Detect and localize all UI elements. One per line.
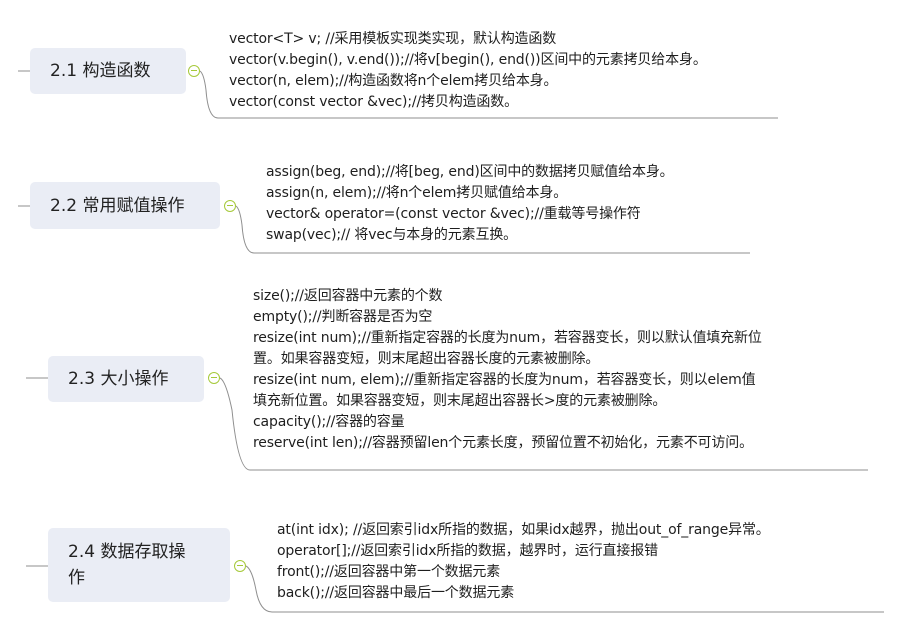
detail-line: 填充新位置。如果容器变短，则末尾超出容器长>度的元素被删除。 xyxy=(253,393,667,409)
detail-text-2-3: size();//返回容器中元素的个数 empty();//判断容器是否为空 r… xyxy=(253,286,762,454)
detail-line: assign(n, elem);//将n个elem拷贝赋值给本身。 xyxy=(266,185,568,201)
detail-line: 置。如果容器变短，则末尾超出容器长度的元素被删除。 xyxy=(253,351,600,367)
detail-line: size();//返回容器中元素的个数 xyxy=(253,288,443,304)
topic-label-line: 作 xyxy=(68,568,85,588)
detail-line: reserve(int len);//容器预留len个元素长度，预留位置不初始化… xyxy=(253,435,753,451)
detail-line: vector& operator=(const vector &vec);//重… xyxy=(266,206,641,222)
collapse-toggle-icon[interactable] xyxy=(224,200,236,212)
detail-line: vector(v.begin(), v.end());//将v[begin(),… xyxy=(229,52,707,68)
topic-node-2-2[interactable]: 2.2 常用赋值操作 xyxy=(30,182,220,229)
detail-text-2-2: assign(beg, end);//将[beg, end)区间中的数据拷贝赋值… xyxy=(266,162,674,246)
topic-label: 2.1 构造函数 xyxy=(50,61,151,81)
detail-line: operator[];//返回索引idx所指的数据，越界时，运行直接报错 xyxy=(277,543,658,559)
topic-label: 2.3 大小操作 xyxy=(68,369,169,389)
detail-text-2-1: vector<T> v; //采用模板实现类实现，默认构造函数 vector(v… xyxy=(229,29,707,113)
topic-node-2-3[interactable]: 2.3 大小操作 xyxy=(48,356,204,402)
topic-node-2-4[interactable]: 2.4 数据存取操 作 xyxy=(48,528,230,602)
detail-line: empty();//判断容器是否为空 xyxy=(253,309,433,325)
collapse-toggle-icon[interactable] xyxy=(234,560,246,572)
detail-line: swap(vec);// 将vec与本身的元素互换。 xyxy=(266,227,518,243)
collapse-toggle-icon[interactable] xyxy=(208,372,220,384)
detail-line: resize(int num, elem);//重新指定容器的长度为num，若容… xyxy=(253,372,756,388)
topic-node-2-1[interactable]: 2.1 构造函数 xyxy=(30,48,186,94)
detail-line: vector<T> v; //采用模板实现类实现，默认构造函数 xyxy=(229,31,557,47)
collapse-toggle-icon[interactable] xyxy=(188,65,200,77)
detail-line: resize(int num);//重新指定容器的长度为num，若容器变长，则以… xyxy=(253,330,762,346)
detail-line: assign(beg, end);//将[beg, end)区间中的数据拷贝赋值… xyxy=(266,164,674,180)
detail-line: vector(const vector &vec);//拷贝构造函数。 xyxy=(229,94,518,110)
detail-line: vector(n, elem);//构造函数将n个elem拷贝给本身。 xyxy=(229,73,558,89)
detail-line: back();//返回容器中最后一个数据元素 xyxy=(277,585,515,601)
detail-line: capacity();//容器的容量 xyxy=(253,414,405,430)
topic-label: 2.2 常用赋值操作 xyxy=(50,195,185,216)
topic-label-line: 2.4 数据存取操 xyxy=(68,542,186,562)
detail-text-2-4: at(int idx); //返回索引idx所指的数据，如果idx越界，抛出ou… xyxy=(277,520,770,604)
detail-line: front();//返回容器中第一个数据元素 xyxy=(277,564,501,580)
detail-line: at(int idx); //返回索引idx所指的数据，如果idx越界，抛出ou… xyxy=(277,522,770,538)
